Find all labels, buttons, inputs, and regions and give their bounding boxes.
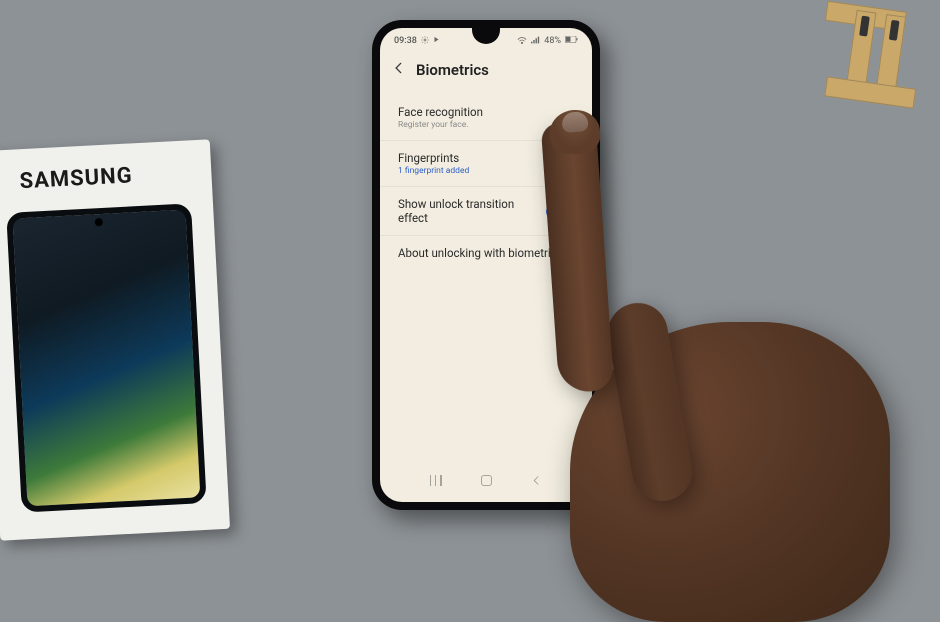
samsung-logo: SAMSUNG — [19, 160, 194, 194]
signal-icon — [531, 36, 540, 47]
phone-device: 09:38 48% — [372, 20, 600, 510]
battery-icon — [565, 36, 578, 46]
human-hand — [540, 82, 940, 532]
face-recognition-subtitle: Register your face. — [398, 120, 574, 130]
nav-home-button[interactable] — [481, 475, 492, 486]
fingerprints-label: Fingerprints — [398, 151, 574, 165]
page-header: Biometrics — [380, 50, 592, 95]
about-biometrics-label: About unlocking with biometrics — [398, 246, 574, 260]
about-biometrics-row[interactable]: About unlocking with biometrics — [380, 236, 592, 270]
nav-back-button[interactable] — [531, 471, 542, 490]
unlock-transition-label: Show unlock transition effect — [398, 197, 546, 225]
fingerprints-subtitle: 1 fingerprint added — [398, 166, 574, 176]
play-status-icon — [433, 36, 440, 46]
unlock-transition-row[interactable]: Show unlock transition effect — [380, 187, 592, 236]
face-recognition-label: Face recognition — [398, 105, 574, 119]
fingerprints-row[interactable]: Fingerprints 1 fingerprint added — [380, 141, 592, 187]
samsung-box: SAMSUNG — [0, 139, 230, 541]
face-recognition-row[interactable]: Face recognition Register your face. — [380, 95, 592, 141]
settings-status-icon — [421, 36, 429, 47]
unlock-transition-toggle[interactable] — [546, 204, 574, 219]
battery-percent: 48% — [544, 36, 561, 46]
box-phone-render — [6, 203, 206, 512]
phone-screen: 09:38 48% — [380, 28, 592, 502]
status-time: 09:38 — [394, 36, 417, 46]
back-button[interactable] — [392, 60, 406, 79]
navigation-bar — [380, 465, 592, 496]
nav-recents-button[interactable] — [430, 475, 442, 486]
wooden-object — [811, 0, 940, 139]
wifi-icon — [517, 36, 527, 47]
page-title: Biometrics — [416, 61, 489, 79]
